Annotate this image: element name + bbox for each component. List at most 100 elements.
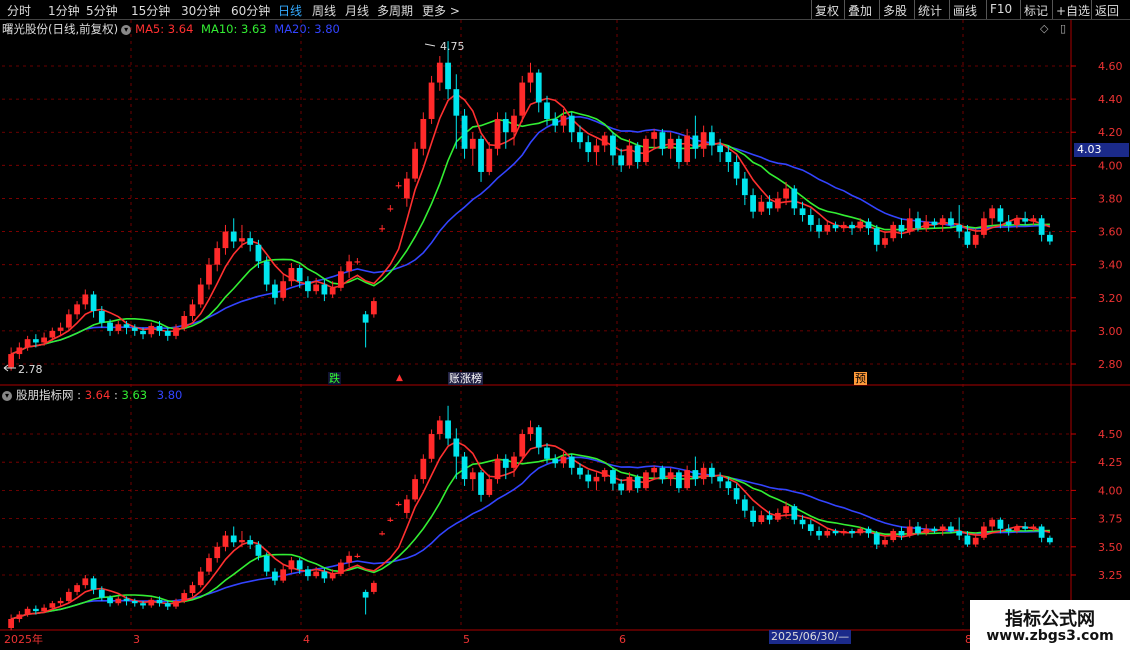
indicator-candle	[32, 608, 39, 612]
main-candle	[387, 208, 394, 210]
main-candle	[725, 152, 732, 163]
indicator-candle	[461, 456, 468, 480]
main-candle	[280, 281, 287, 298]
indicator-candle	[1022, 526, 1029, 529]
main-candle	[601, 135, 608, 146]
indicator-candle	[263, 555, 270, 572]
y-tick-label: 3.40	[1098, 259, 1123, 272]
indicator-candle	[667, 472, 674, 480]
indicator-candle	[494, 458, 501, 480]
main-candle	[403, 178, 410, 199]
indicator-candle	[181, 593, 188, 601]
indicator-candle	[362, 591, 369, 598]
indicator-candle	[659, 467, 666, 480]
indicator-candle	[296, 560, 303, 570]
indicator-candle	[206, 558, 212, 572]
watermark: 指标公式网 www.zbgs3.com	[970, 600, 1130, 650]
indicator-candle	[387, 519, 394, 521]
indicator-candle	[758, 515, 765, 522]
indicator-candle	[725, 481, 732, 489]
indicator-candle	[931, 528, 938, 532]
main-candle	[783, 188, 789, 199]
indicator-line-1	[10, 440, 1051, 620]
indicator-candle	[173, 600, 179, 607]
main-candle	[74, 304, 80, 315]
indicator-candle	[840, 531, 847, 534]
main-candle	[948, 218, 954, 225]
main-candle	[445, 62, 451, 90]
main-candle	[461, 115, 468, 149]
indicator-candle	[634, 476, 641, 489]
main-candle	[593, 145, 600, 153]
indicator-candle	[692, 470, 699, 480]
main-candle	[395, 185, 402, 187]
main-candle	[857, 221, 864, 229]
indicator-candle	[552, 458, 559, 464]
indicator-candle	[923, 528, 930, 534]
main-candle	[577, 132, 583, 143]
main-candle	[313, 284, 320, 292]
indicator-candle	[131, 600, 138, 604]
indicator-candle	[989, 519, 996, 527]
main-candle	[1005, 221, 1012, 225]
indicator-candle	[766, 515, 773, 520]
event-tag-forecast[interactable]: 预	[854, 372, 867, 385]
indicator-candle	[98, 589, 105, 598]
main-candle	[840, 224, 847, 229]
indicator-candle	[939, 526, 946, 532]
current-price-box: 4.03	[1074, 143, 1129, 157]
indicator-candle	[610, 470, 616, 484]
main-candle	[816, 224, 822, 232]
indicator-candle	[774, 512, 781, 520]
indicator-candle	[403, 499, 410, 513]
indicator-candle	[577, 467, 583, 475]
indicator-candle	[832, 531, 839, 534]
indicator-candle	[544, 447, 550, 459]
indicator-tick-label: 3.75	[1098, 513, 1123, 526]
main-candle	[247, 238, 254, 245]
indicator-candle	[16, 614, 23, 619]
main-candle	[956, 224, 963, 232]
y-tick-label: 2.80	[1098, 358, 1123, 371]
event-tag-limit-list[interactable]: 涨榜	[459, 372, 483, 385]
y-tick-label: 3.60	[1098, 226, 1123, 239]
main-candle	[181, 315, 188, 328]
main-candle	[255, 244, 262, 262]
main-candle	[1022, 218, 1029, 222]
kline-chart[interactable]: 4.60 4.40 4.20 4.00 3.80 3.60 3.40 3.20 3.00 2.80…	[0, 0, 1130, 650]
main-candle	[1014, 218, 1020, 225]
main-candle	[436, 62, 443, 83]
y-tick-label: 3.80	[1098, 192, 1123, 205]
indicator-candle	[948, 526, 954, 532]
indicator-candle	[156, 599, 163, 604]
main-candle	[791, 188, 798, 209]
main-candle	[552, 118, 559, 126]
indicator-candle	[750, 510, 756, 522]
event-tag-drop[interactable]: 跌	[328, 372, 341, 385]
indicator-candle	[395, 503, 402, 506]
main-candle	[799, 208, 806, 215]
indicator-candle	[82, 578, 89, 586]
up-arrow-icon[interactable]: ▲	[396, 373, 403, 383]
y-tick-label: 4.60	[1098, 60, 1123, 73]
main-candle	[24, 339, 31, 348]
main-candle	[214, 248, 221, 265]
main-candle	[981, 218, 987, 235]
y-tick-label: 3.20	[1098, 292, 1123, 305]
main-candle	[379, 228, 385, 230]
main-candle	[676, 138, 682, 163]
indicator-tick-label: 3.50	[1098, 541, 1123, 554]
indicator-candle	[981, 526, 987, 538]
indicator-candle	[329, 573, 336, 579]
indicator-candle	[247, 540, 254, 545]
indicator-candle	[791, 506, 798, 520]
indicator-candle	[197, 571, 204, 586]
main-candle	[915, 218, 921, 229]
y-tick-label: 4.40	[1098, 93, 1123, 106]
main-candle	[906, 218, 913, 232]
main-candle	[758, 201, 765, 212]
main-candle	[288, 267, 295, 282]
main-candle	[750, 195, 756, 212]
indicator-candle	[478, 472, 484, 495]
indicator-candle	[338, 562, 344, 574]
